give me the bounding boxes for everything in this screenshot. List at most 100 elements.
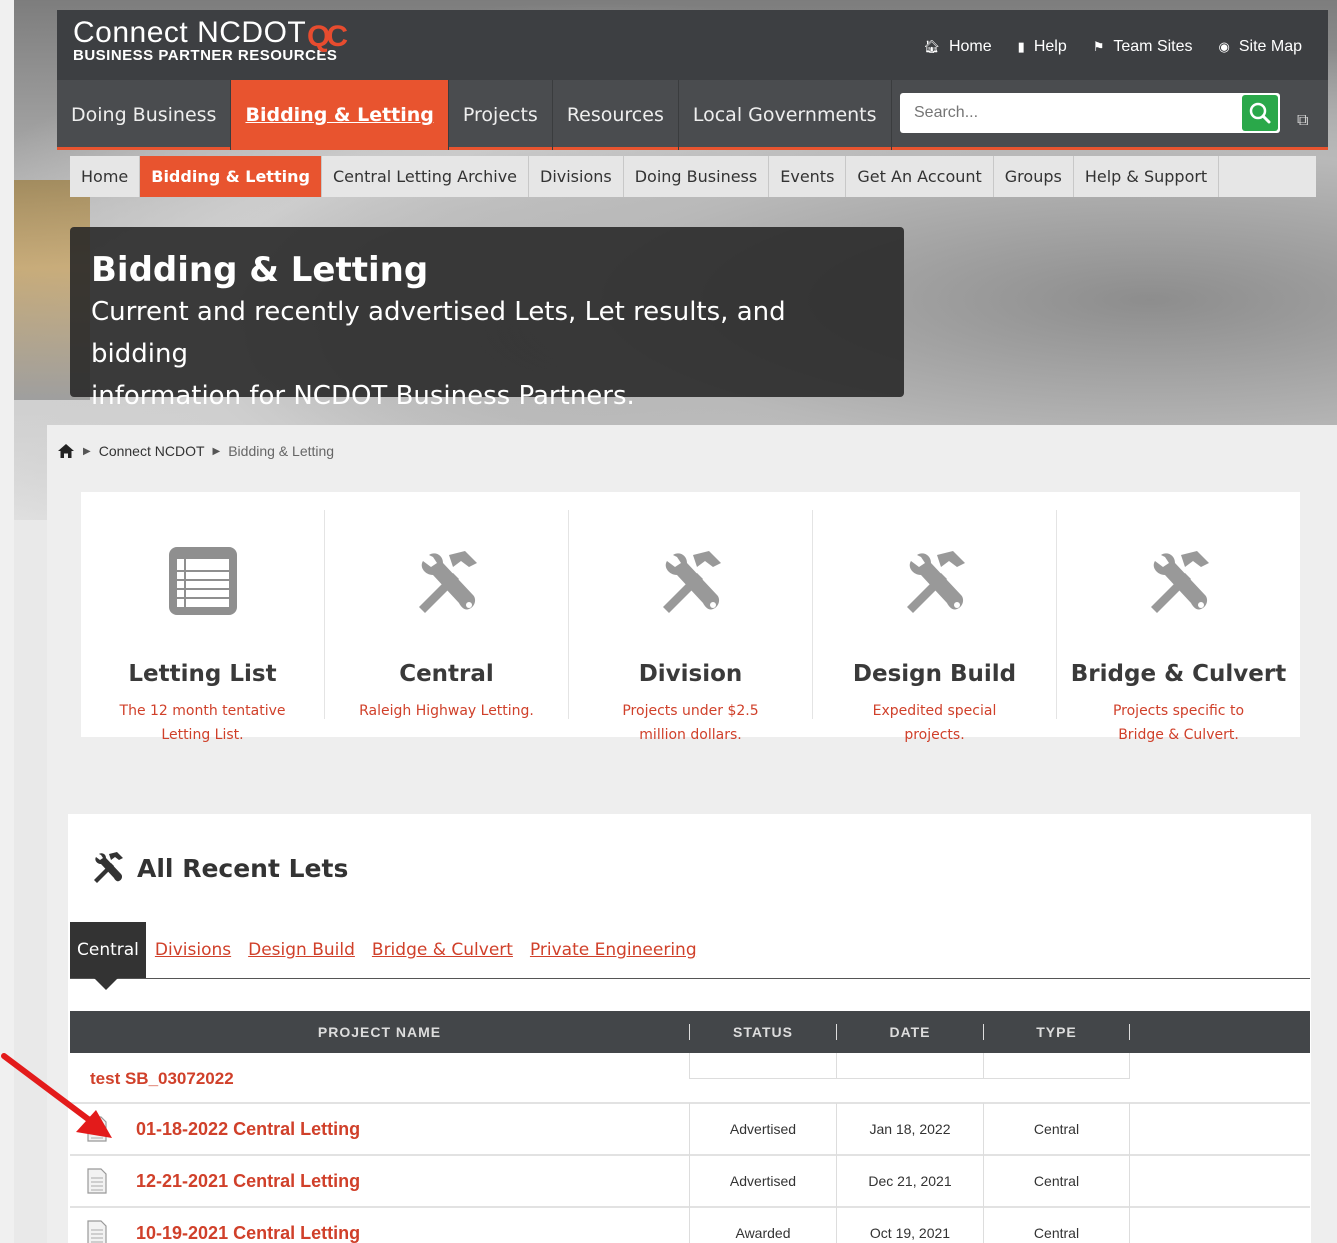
sub-nav-groups[interactable]: Groups <box>994 156 1074 197</box>
date-cell: Oct 19, 2021 <box>836 1207 983 1243</box>
top-link-label: Site Map <box>1238 38 1302 55</box>
group-label[interactable]: test SB_03072022 <box>70 1053 689 1102</box>
sub-nav-help-support[interactable]: Help & Support <box>1074 156 1220 197</box>
share-icon[interactable]: ⧉ <box>1297 112 1308 130</box>
document-icon <box>87 1168 107 1194</box>
document-icon <box>87 1116 107 1142</box>
main-nav: Doing Business Bidding & Letting Project… <box>57 80 1328 150</box>
hero-subtitle-line1: Current and recently advertised Lets, Le… <box>91 297 786 369</box>
card-description: Projects under $2.5 million dollars. <box>622 703 759 743</box>
card-description: Projects specific to Bridge & Culvert. <box>1112 703 1245 743</box>
let-link[interactable]: 12-21-2021 Central Letting <box>136 1171 360 1192</box>
top-link-label: Help <box>1033 38 1067 55</box>
card-title: Letting List <box>128 661 277 687</box>
sub-nav-home[interactable]: Home <box>70 156 141 197</box>
chat-icon: ▮ <box>1017 39 1025 54</box>
card-design-build[interactable]: Design Build Expedited special projects. <box>813 510 1057 743</box>
card-title: Design Build <box>852 661 1017 687</box>
sub-nav-get-an-account[interactable]: Get An Account <box>846 156 994 197</box>
home-icon: 🏠︎ <box>923 39 940 54</box>
site-logo[interactable]: Connect NCDOT BUSINESS PARTNER RESOURCES <box>73 18 338 65</box>
column-header-project-name[interactable]: PROJECT NAME <box>70 1024 689 1040</box>
sub-nav-doing-business[interactable]: Doing Business <box>624 156 770 197</box>
card-letting-list[interactable]: Letting List The 12 month tentative Lett… <box>81 510 325 743</box>
flag-icon: ⚑ <box>1092 39 1105 54</box>
search-box <box>900 93 1280 133</box>
search-icon <box>1249 102 1271 124</box>
tab-divisions[interactable]: Divisions <box>146 940 239 978</box>
qc-badge: QC <box>307 20 348 53</box>
tools-icon <box>662 551 721 613</box>
card-description: Expedited special projects. <box>872 703 997 743</box>
sub-nav: Home Bidding & Letting Central Letting A… <box>70 156 1316 197</box>
date-cell: Dec 21, 2021 <box>836 1155 983 1207</box>
main-nav-bidding-letting[interactable]: Bidding & Letting <box>231 80 449 150</box>
tab-central[interactable]: Central <box>70 922 146 990</box>
list-icon <box>168 547 237 615</box>
sub-nav-bidding-letting[interactable]: Bidding & Letting <box>140 156 322 197</box>
search-button[interactable] <box>1242 95 1278 131</box>
tab-bridge-culvert[interactable]: Bridge & Culvert <box>363 940 521 978</box>
let-link[interactable]: 10-19-2021 Central Letting <box>136 1223 360 1243</box>
type-cell: Central <box>983 1103 1130 1155</box>
tools-icon <box>418 551 477 613</box>
tools-icon <box>1150 551 1209 613</box>
table-row: 12-21-2021 Central Letting Advertised De… <box>70 1155 1310 1208</box>
main-nav-local-governments[interactable]: Local Governments <box>679 80 892 150</box>
card-title: Bridge & Culvert <box>1070 661 1287 687</box>
column-header-status[interactable]: STATUS <box>689 1024 836 1040</box>
card-central[interactable]: Central Raleigh Highway Letting. <box>325 510 569 719</box>
top-link-label: Team Sites <box>1113 38 1193 55</box>
top-link-team-sites[interactable]: ⚑ Team Sites <box>1093 38 1193 56</box>
top-link-site-map[interactable]: ◉ Site Map <box>1219 38 1302 56</box>
main-nav-doing-business[interactable]: Doing Business <box>57 80 232 150</box>
table-row: 10-19-2021 Central Letting Awarded Oct 1… <box>70 1207 1310 1243</box>
document-icon <box>87 1220 107 1243</box>
sub-nav-events[interactable]: Events <box>769 156 847 197</box>
top-link-home[interactable]: 🏠︎ Home <box>923 38 991 56</box>
card-description: The 12 month tentative Letting List. <box>119 703 286 743</box>
card-title: Central <box>399 661 494 687</box>
type-cell: Central <box>983 1207 1130 1243</box>
search-input[interactable] <box>900 93 1220 133</box>
breadcrumb-separator-icon: ▶ <box>83 445 91 457</box>
recent-lets-header: All Recent Lets <box>89 849 348 887</box>
sub-nav-divisions[interactable]: Divisions <box>529 156 624 197</box>
let-link[interactable]: 01-18-2022 Central Letting <box>136 1119 360 1140</box>
table-group-row: test SB_03072022 <box>70 1053 1310 1104</box>
hero-banner: Bidding & Letting Current and recently a… <box>70 227 904 411</box>
type-cell: Central <box>983 1155 1130 1207</box>
main-nav-resources[interactable]: Resources <box>553 80 679 150</box>
recent-lets-title: All Recent Lets <box>137 853 349 883</box>
status-cell: Advertised <box>689 1155 836 1207</box>
site-header: Connect NCDOT BUSINESS PARTNER RESOURCES… <box>57 10 1328 80</box>
sub-nav-central-letting-archive[interactable]: Central Letting Archive <box>322 156 529 197</box>
home-icon[interactable] <box>57 443 75 459</box>
card-division[interactable]: Division Projects under $2.5 million dol… <box>569 510 813 743</box>
logo-subtitle: BUSINESS PARTNER RESOURCES <box>73 47 338 64</box>
page-edge <box>0 0 14 1243</box>
status-cell: Advertised <box>689 1103 836 1155</box>
category-cards: Letting List The 12 month tentative Lett… <box>81 492 1300 743</box>
main-nav-projects[interactable]: Projects <box>449 80 553 150</box>
hero-subtitle-line2: information for NCDOT Business Partners. <box>91 381 635 411</box>
column-header-date[interactable]: DATE <box>836 1024 983 1040</box>
content-panel: ▶ Connect NCDOT ▶ Bidding & Letting Lett… <box>47 425 1337 1243</box>
column-header-type[interactable]: TYPE <box>983 1024 1130 1040</box>
card-bridge-culvert[interactable]: Bridge & Culvert Projects specific to Br… <box>1057 510 1300 743</box>
tab-private-engineering[interactable]: Private Engineering <box>521 940 705 978</box>
table-header: PROJECT NAME STATUS DATE TYPE <box>70 1011 1310 1053</box>
tab-design-build[interactable]: Design Build <box>239 940 363 978</box>
card-title: Division <box>638 661 743 687</box>
top-link-help[interactable]: ▮ Help <box>1018 38 1067 56</box>
breadcrumb-current: Bidding & Letting <box>228 443 335 459</box>
status-cell: Awarded <box>689 1207 836 1243</box>
breadcrumb-separator-icon: ▶ <box>212 445 221 457</box>
tools-icon <box>906 551 965 613</box>
globe-icon: ◉ <box>1218 39 1230 54</box>
card-description: Raleigh Highway Letting. <box>359 703 534 719</box>
recent-lets-panel: All Recent Lets Central Divisions Design… <box>68 814 1311 1243</box>
lets-table: PROJECT NAME STATUS DATE TYPE test SB_03… <box>70 1011 1310 1243</box>
top-links: 🏠︎ Home ▮ Help ⚑ Team Sites ◉ Site Map <box>923 38 1302 56</box>
breadcrumb-link[interactable]: Connect NCDOT <box>99 443 205 459</box>
